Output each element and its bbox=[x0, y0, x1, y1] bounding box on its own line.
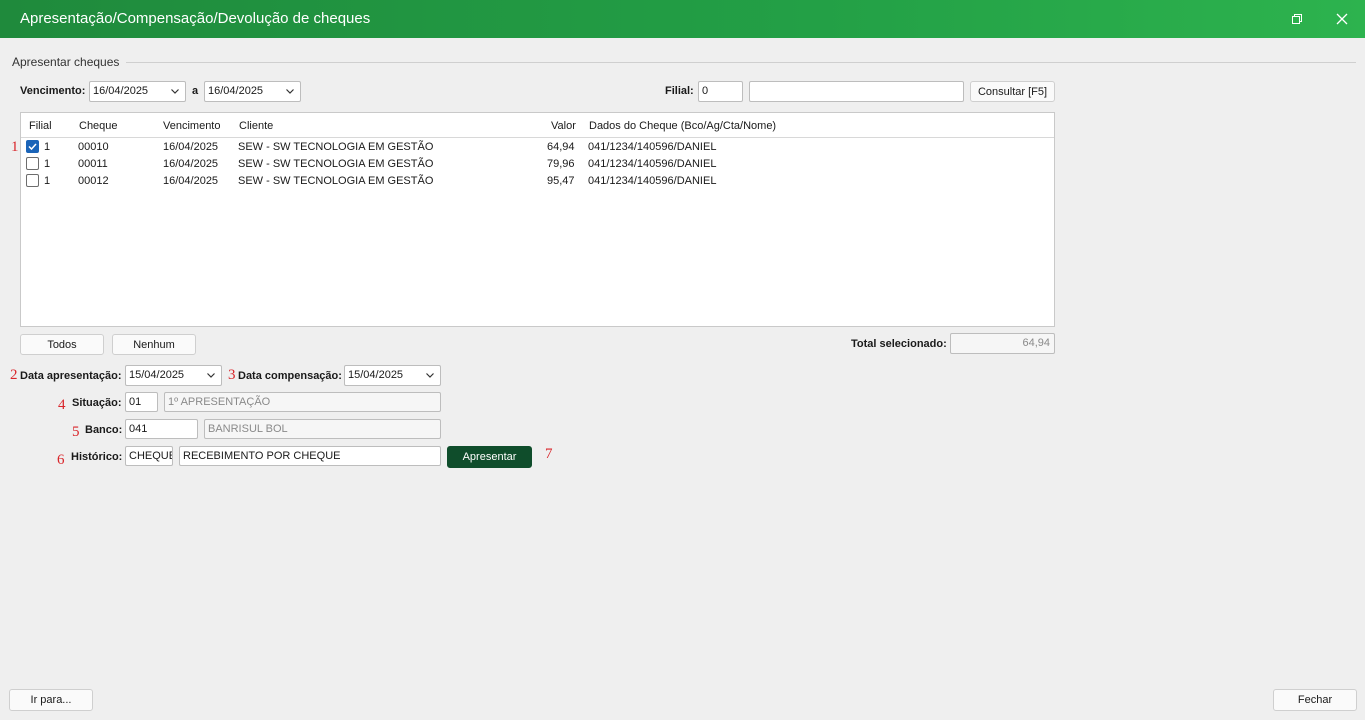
restore-icon bbox=[1292, 14, 1302, 24]
historico-desc-input[interactable]: RECEBIMENTO POR CHEQUE bbox=[179, 446, 441, 466]
marker-2: 2 bbox=[10, 367, 18, 383]
col-cheque[interactable]: Cheque bbox=[79, 120, 118, 132]
chevron-down-icon[interactable] bbox=[205, 369, 217, 381]
cell-valor: 95,47 bbox=[547, 175, 575, 187]
historico-code-input[interactable]: CHEQUE bbox=[125, 446, 173, 466]
title-bar: Apresentação/Compensação/Devolução de ch… bbox=[0, 0, 1365, 38]
consultar-button[interactable]: Consultar [F5] bbox=[970, 81, 1055, 102]
close-button[interactable] bbox=[1331, 8, 1353, 30]
banco-desc-input: BANRISUL BOL bbox=[204, 419, 441, 439]
table-row[interactable]: 1 00010 16/04/2025 SEW - SW TECNOLOGIA E… bbox=[21, 139, 1054, 156]
marker-6: 6 bbox=[57, 452, 65, 468]
row-checkbox[interactable] bbox=[26, 140, 39, 153]
banco-code-input[interactable]: 041 bbox=[125, 419, 198, 439]
data-compensacao-value: 15/04/2025 bbox=[348, 369, 404, 381]
row-checkbox[interactable] bbox=[26, 174, 39, 187]
table-row[interactable]: 1 00012 16/04/2025 SEW - SW TECNOLOGIA E… bbox=[21, 173, 1054, 190]
window-title: Apresentação/Compensação/Devolução de ch… bbox=[20, 10, 371, 27]
chevron-down-icon[interactable] bbox=[284, 85, 296, 97]
chevron-down-icon[interactable] bbox=[169, 85, 181, 97]
marker-3: 3 bbox=[228, 367, 236, 383]
cell-cheque: 00011 bbox=[78, 158, 108, 170]
cell-valor: 79,96 bbox=[547, 158, 575, 170]
situacao-code-input[interactable]: 01 bbox=[125, 392, 158, 412]
cell-cliente: SEW - SW TECNOLOGIA EM GESTÃO bbox=[238, 175, 434, 187]
data-apresentacao-value: 15/04/2025 bbox=[129, 369, 185, 381]
cell-cheque: 00010 bbox=[78, 141, 109, 153]
cell-cliente: SEW - SW TECNOLOGIA EM GESTÃO bbox=[238, 158, 434, 170]
marker-1: 1 bbox=[11, 139, 19, 155]
apresentar-button[interactable]: Apresentar bbox=[447, 446, 532, 468]
marker-7: 7 bbox=[545, 446, 553, 462]
banco-label: Banco: bbox=[85, 424, 123, 436]
data-apresentacao-input[interactable]: 15/04/2025 bbox=[125, 365, 222, 386]
col-vencimento[interactable]: Vencimento bbox=[163, 120, 220, 132]
ir-para-button[interactable]: Ir para... bbox=[9, 689, 93, 711]
cell-cliente: SEW - SW TECNOLOGIA EM GESTÃO bbox=[238, 141, 434, 153]
a-label: a bbox=[192, 85, 199, 97]
data-compensacao-input[interactable]: 15/04/2025 bbox=[344, 365, 441, 386]
vencimento-label: Vencimento: bbox=[20, 85, 86, 97]
marker-4: 4 bbox=[58, 397, 66, 413]
cell-cheque: 00012 bbox=[78, 175, 109, 187]
cell-dados: 041/1234/140596/DANIEL bbox=[588, 141, 717, 153]
cell-vencimento: 16/04/2025 bbox=[163, 141, 219, 153]
situacao-label: Situação: bbox=[72, 397, 122, 409]
fechar-button[interactable]: Fechar bbox=[1273, 689, 1357, 711]
date-from-value: 16/04/2025 bbox=[93, 85, 149, 97]
date-from-input[interactable]: 16/04/2025 bbox=[89, 81, 186, 102]
historico-label: Histórico: bbox=[71, 451, 123, 463]
col-filial[interactable]: Filial bbox=[29, 120, 52, 132]
nenhum-button[interactable]: Nenhum bbox=[112, 334, 196, 355]
cell-filial: 1 bbox=[44, 175, 51, 187]
table-row[interactable]: 1 00011 16/04/2025 SEW - SW TECNOLOGIA E… bbox=[21, 156, 1054, 173]
cell-dados: 041/1234/140596/DANIEL bbox=[588, 175, 717, 187]
col-dados[interactable]: Dados do Cheque (Bco/Ag/Cta/Nome) bbox=[589, 120, 776, 132]
cell-vencimento: 16/04/2025 bbox=[163, 158, 219, 170]
chevron-down-icon[interactable] bbox=[424, 369, 436, 381]
total-selecionado-value: 64,94 bbox=[950, 333, 1055, 354]
filial-code-input[interactable]: 0 bbox=[698, 81, 743, 102]
data-apresentacao-label: Data apresentação: bbox=[20, 370, 122, 382]
col-cliente[interactable]: Cliente bbox=[239, 120, 273, 132]
date-to-value: 16/04/2025 bbox=[208, 85, 264, 97]
data-compensacao-label: Data compensação: bbox=[238, 370, 342, 382]
cell-filial: 1 bbox=[44, 158, 51, 170]
cell-vencimento: 16/04/2025 bbox=[163, 175, 219, 187]
marker-5: 5 bbox=[72, 424, 80, 440]
grid-header: Filial Cheque Vencimento Cliente Valor D… bbox=[21, 113, 1054, 138]
checkmark-icon bbox=[28, 143, 37, 151]
cheques-grid: Filial Cheque Vencimento Cliente Valor D… bbox=[20, 112, 1055, 327]
filial-name-input[interactable] bbox=[749, 81, 964, 102]
section-legend: Apresentar cheques bbox=[12, 55, 120, 69]
cell-dados: 041/1234/140596/DANIEL bbox=[588, 158, 717, 170]
close-icon bbox=[1336, 13, 1348, 25]
todos-button[interactable]: Todos bbox=[20, 334, 104, 355]
row-checkbox[interactable] bbox=[26, 157, 39, 170]
total-selecionado-label: Total selecionado: bbox=[851, 338, 947, 350]
date-to-input[interactable]: 16/04/2025 bbox=[204, 81, 301, 102]
filial-label: Filial: bbox=[665, 85, 694, 97]
cell-valor: 64,94 bbox=[547, 141, 575, 153]
col-valor[interactable]: Valor bbox=[551, 120, 576, 132]
section-divider bbox=[126, 62, 1356, 63]
restore-button[interactable] bbox=[1286, 8, 1308, 30]
cell-filial: 1 bbox=[44, 141, 51, 153]
situacao-desc-input: 1º APRESENTAÇÃO bbox=[164, 392, 441, 412]
